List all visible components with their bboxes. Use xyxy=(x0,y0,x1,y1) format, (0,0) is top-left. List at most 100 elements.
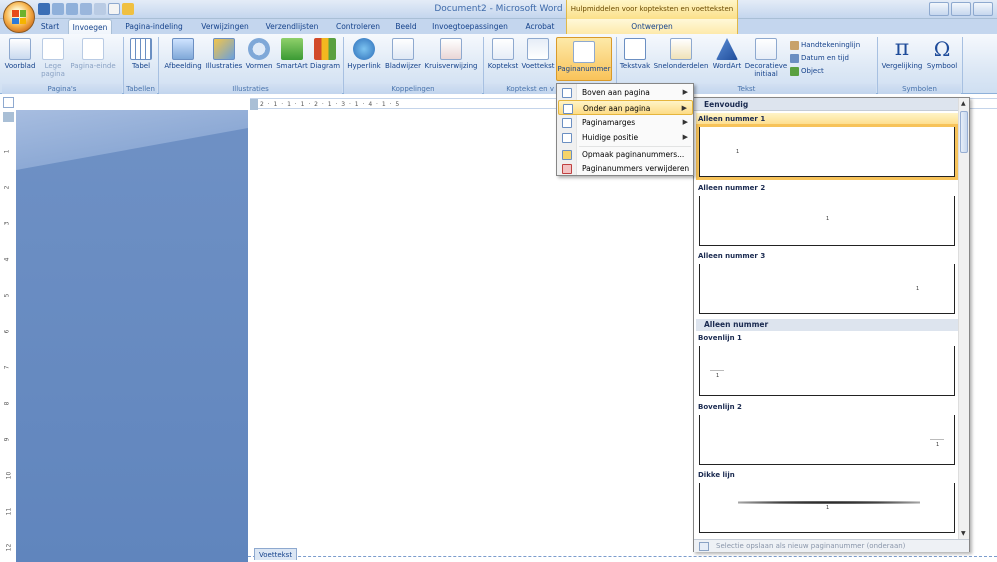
gallery-item-title[interactable]: Alleen nummer 2 xyxy=(696,182,960,195)
thick-line xyxy=(738,501,920,504)
decoratieve-initiaal-button[interactable]: Decoratieve initiaal xyxy=(744,38,788,78)
kruisverwijzing-button[interactable]: Kruisverwijzing xyxy=(423,38,479,70)
paginanummer-button[interactable]: Paginanummer xyxy=(556,37,612,81)
gallery-item-bovenlijn-2[interactable]: 1 xyxy=(699,415,955,465)
footer-boundary xyxy=(248,556,997,557)
tekstvak-button[interactable]: Tekstvak xyxy=(619,38,651,70)
redo-icon[interactable] xyxy=(66,3,78,15)
vertical-ruler: 1 2 3 4 5 6 7 8 9 10 11 12 xyxy=(3,112,14,562)
signature-line-icon xyxy=(790,41,799,50)
scroll-up-icon[interactable]: ▲ xyxy=(961,100,966,107)
scroll-down-icon[interactable]: ▼ xyxy=(961,530,966,537)
vertical-ruler-number: 5 xyxy=(3,293,11,298)
tab-acrobat[interactable]: Acrobat xyxy=(522,19,558,35)
undo-icon[interactable] xyxy=(52,3,64,15)
office-button[interactable] xyxy=(3,1,35,33)
page-bottom-icon xyxy=(563,104,573,114)
menu-item-boven-aan-pagina[interactable]: Boven aan pagina ▶ xyxy=(558,85,693,100)
hyperlink-button[interactable]: Hyperlink xyxy=(346,38,382,70)
gallery-item-bovenlijn-1[interactable]: 1 xyxy=(699,346,955,396)
menu-item-onder-aan-pagina[interactable]: Onder aan pagina ▶ xyxy=(558,100,693,115)
illustraties-button[interactable]: Illustraties xyxy=(205,38,243,70)
pi-icon: π xyxy=(894,36,910,61)
pagina-einde-button[interactable]: Pagina-einde xyxy=(68,38,118,70)
omega-icon: Ω xyxy=(933,37,951,61)
save-selection-button[interactable]: Selectie opslaan als nieuw paginanummer … xyxy=(694,539,969,552)
group-label-koptekst-en-voettekst: Koptekst en v xyxy=(484,84,556,94)
tab-invoegtoepassingen[interactable]: Invoegtoepassingen xyxy=(428,19,512,35)
remove-page-numbers-icon xyxy=(562,164,572,174)
print-preview-icon[interactable] xyxy=(94,3,106,15)
tab-controleren[interactable]: Controleren xyxy=(332,19,384,35)
gallery-item-dikke-lijn[interactable]: 1 xyxy=(699,483,955,533)
tab-verzendlijsten[interactable]: Verzendlijsten xyxy=(260,19,324,35)
menu-item-huidige-positie[interactable]: Huidige positie ▶ xyxy=(558,130,693,145)
tabel-button[interactable]: Tabel xyxy=(127,38,155,70)
gallery-item-alleen-nummer-2[interactable]: 1 xyxy=(699,196,955,246)
submenu-arrow-icon: ▶ xyxy=(682,118,688,126)
page-margins-icon xyxy=(562,118,572,128)
tab-invoegen[interactable]: Invoegen xyxy=(68,19,112,35)
object-button[interactable]: Object xyxy=(790,66,824,77)
menu-item-paginanummers-verwijderen[interactable]: Paginanummers verwijderen xyxy=(558,161,693,176)
gallery-scrollbar[interactable]: ▲ ▼ xyxy=(958,98,969,539)
vormen-button[interactable]: Vormen xyxy=(244,38,274,70)
handtekeninglijn-button[interactable]: Handtekeninglijn xyxy=(790,40,860,51)
datum-en-tijd-button[interactable]: Datum en tijd xyxy=(790,53,849,64)
voettekst-button[interactable]: Voettekst xyxy=(520,38,556,70)
maximize-button[interactable] xyxy=(951,2,971,16)
save-icon[interactable] xyxy=(38,3,50,15)
footer-label: Voettekst xyxy=(254,548,298,560)
smartart-button[interactable]: SmartArt xyxy=(274,38,310,70)
vergelijking-button[interactable]: π Vergelijking xyxy=(880,36,924,71)
smartart-icon xyxy=(281,38,303,60)
quick-parts-icon xyxy=(670,38,692,60)
scrollbar-thumb[interactable] xyxy=(960,111,968,153)
afbeelding-button[interactable]: Afbeelding xyxy=(161,38,205,70)
bladwijzer-button[interactable]: Bladwijzer xyxy=(383,38,423,70)
gallery-item-alleen-nummer-1[interactable]: 1 xyxy=(696,124,958,180)
gallery-section-header: Alleen nummer xyxy=(696,319,960,331)
wordart-button[interactable]: WordArt xyxy=(711,38,743,70)
open-folder-icon[interactable] xyxy=(122,3,134,15)
print-icon[interactable] xyxy=(80,3,92,15)
group-separator xyxy=(962,37,963,93)
menu-item-opmaak-paginanummers[interactable]: Opmaak paginanummers... xyxy=(558,147,693,162)
lege-pagina-button[interactable]: Lege pagina xyxy=(40,38,66,78)
group-label-tabellen: Tabellen xyxy=(124,84,157,94)
tab-beeld[interactable]: Beeld xyxy=(392,19,420,35)
group-label-symbolen: Symbolen xyxy=(878,84,961,94)
tab-start[interactable]: Start xyxy=(36,19,64,35)
koptekst-button[interactable]: Koptekst xyxy=(486,38,520,70)
symbool-button[interactable]: Ω Symbool xyxy=(925,38,959,70)
ruler-toggle-button[interactable] xyxy=(3,97,14,108)
menu-item-paginamarges[interactable]: Paginamarges ▶ xyxy=(558,115,693,130)
gallery-item-alleen-nummer-3[interactable]: 1 xyxy=(699,264,955,314)
context-tab-header: Hulpmiddelen voor kopteksten en voetteks… xyxy=(566,0,738,19)
tab-ontwerpen[interactable]: Ontwerpen xyxy=(566,19,738,35)
rule-line xyxy=(710,370,724,371)
group-label-illustraties: Illustraties xyxy=(159,84,342,94)
page-top-icon xyxy=(562,88,572,98)
group-label-paginas: Pagina's xyxy=(2,84,122,94)
calendar-icon xyxy=(790,54,799,63)
gallery-item-title[interactable]: Bovenlijn 2 xyxy=(696,401,960,414)
minimize-button[interactable] xyxy=(929,2,949,16)
group-label-koppelingen: Koppelingen xyxy=(344,84,482,94)
cross-reference-icon xyxy=(440,38,462,60)
tab-verwijzingen[interactable]: Verwijzingen xyxy=(198,19,252,35)
gallery-item-title[interactable]: Dikke lijn xyxy=(696,469,960,482)
snelonderdelen-button[interactable]: Snelonderdelen xyxy=(652,38,710,70)
header-icon xyxy=(492,38,514,60)
voorblad-button[interactable]: Voorblad xyxy=(4,38,36,70)
gallery-item-title[interactable]: Alleen nummer 1 xyxy=(696,113,960,126)
tab-pagina-indeling[interactable]: Pagina-indeling xyxy=(118,19,190,35)
save-gallery-icon xyxy=(699,542,709,551)
picture-icon xyxy=(172,38,194,60)
gallery-item-title[interactable]: Bovenlijn 1 xyxy=(696,332,960,345)
current-position-icon xyxy=(562,133,572,143)
gallery-item-title[interactable]: Alleen nummer 3 xyxy=(696,250,960,263)
diagram-button[interactable]: Diagram xyxy=(309,38,341,70)
new-document-icon[interactable] xyxy=(108,3,120,15)
close-button[interactable] xyxy=(973,2,993,16)
